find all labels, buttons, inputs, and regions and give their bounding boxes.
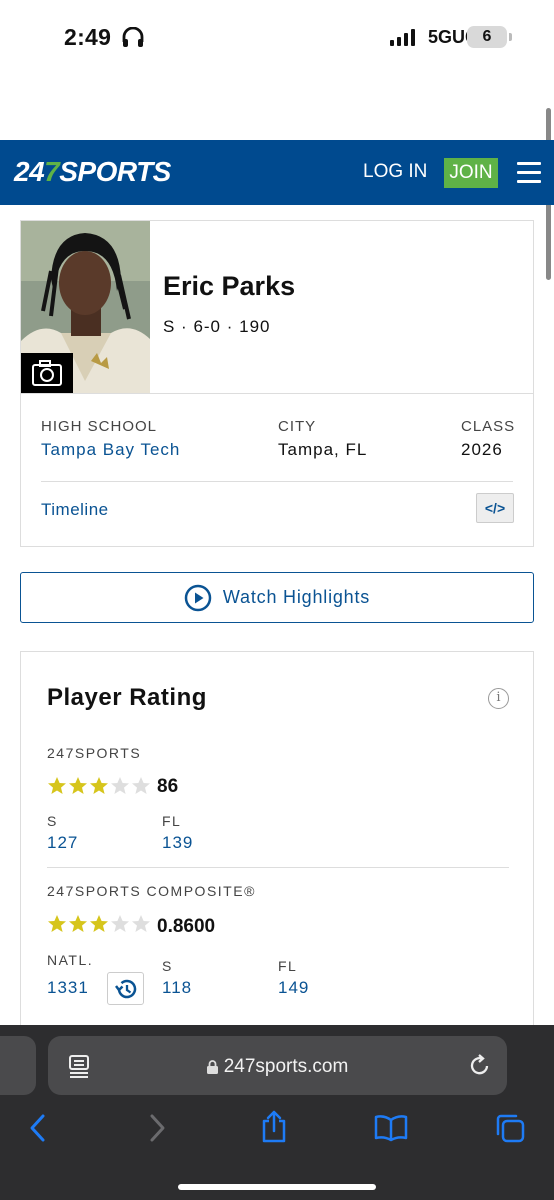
player-position-height-weight: S · 6-0 · 190 [163,317,271,336]
composite-rating-label: 247SPORTS COMPOSITE® [47,883,256,899]
state-rank-link[interactable]: 139 [162,833,193,853]
national-rank-link[interactable]: 1331 [47,978,89,998]
state-rank-link[interactable]: 149 [278,978,309,998]
join-button[interactable]: JOIN [444,158,498,188]
tabs-icon[interactable] [494,1112,526,1144]
play-circle-icon [184,584,212,611]
position-rank-label: S [162,958,173,974]
camera-icon[interactable] [21,353,73,393]
star-filled-icon [48,915,66,932]
composite-score: 0.8600 [157,916,216,937]
status-bar: 2:49 5GUC 6 [0,0,554,80]
browser-chrome: 247sports.com [0,1025,554,1200]
high-school-label: HIGH SCHOOL [41,418,158,435]
logo-text-sports: SPORTS [59,156,171,187]
rank-history-button[interactable] [107,972,144,1005]
class-value: 2026 [461,440,503,459]
reload-icon[interactable] [469,1053,491,1077]
247sports-score: 86 [157,776,179,797]
watch-highlights-button[interactable]: Watch Highlights [20,572,534,623]
247sports-logo[interactable]: 247SPORTS [14,156,171,188]
national-rank-label: NATL. [47,952,94,968]
embed-code-button[interactable]: </> [476,493,514,523]
state-rank-label: FL [162,813,182,829]
back-icon[interactable] [27,1113,49,1143]
star-filled-icon [69,915,87,932]
logo-text-24: 24 [14,156,45,187]
player-rating-title: Player Rating [47,684,207,711]
divider [47,867,509,868]
star-empty-icon [111,915,129,932]
bookmarks-icon[interactable] [374,1114,408,1142]
battery-icon: 6 [467,26,512,48]
login-link[interactable]: LOG IN [363,161,427,183]
menu-icon[interactable] [517,162,541,189]
previous-tab-preview[interactable] [0,1036,36,1095]
star-empty-icon [132,915,150,932]
247sports-stars [47,776,151,796]
city-value: Tampa, FL [278,440,368,459]
star-filled-icon [90,915,108,932]
position-rank-link[interactable]: 127 [47,833,78,853]
site-header: 247SPORTS LOG IN JOIN [0,140,554,205]
address-bar[interactable]: 247sports.com [48,1036,507,1095]
info-icon[interactable]: i [488,688,509,709]
player-rating-card: Player Rating i 247SPORTS 86 S 127 FL 13… [20,651,534,1051]
home-indicator[interactable] [178,1184,376,1190]
url-display[interactable]: 247sports.com [48,1056,507,1078]
watch-highlights-label: Watch Highlights [222,587,371,607]
status-time: 2:49 [64,24,112,50]
star-filled-icon [90,777,108,794]
class-label: CLASS [461,418,516,435]
cellular-signal-icon [390,29,415,46]
player-card: Eric Parks S · 6-0 · 190 HIGH SCHOOL Tam… [20,220,534,547]
forward-icon[interactable] [146,1113,168,1143]
player-name: Eric Parks [163,271,296,301]
247sports-rating-label: 247SPORTS [47,745,142,761]
star-empty-icon [132,777,150,794]
position-rank-link[interactable]: 118 [162,978,192,998]
star-filled-icon [69,777,87,794]
position-rank-label: S [47,813,58,829]
url-text: 247sports.com [223,1056,349,1077]
star-empty-icon [111,777,129,794]
divider [41,481,513,482]
divider [21,393,533,394]
city-label: CITY [278,418,317,435]
headphones-icon [122,27,144,47]
logo-text-7: 7 [44,156,60,187]
star-filled-icon [48,777,66,794]
share-icon[interactable] [260,1109,288,1143]
state-rank-label: FL [278,958,298,974]
history-icon [114,979,136,998]
timeline-link[interactable]: Timeline [41,500,109,520]
composite-stars [47,914,151,934]
lock-icon [206,1060,218,1074]
high-school-link[interactable]: Tampa Bay Tech [41,440,180,460]
